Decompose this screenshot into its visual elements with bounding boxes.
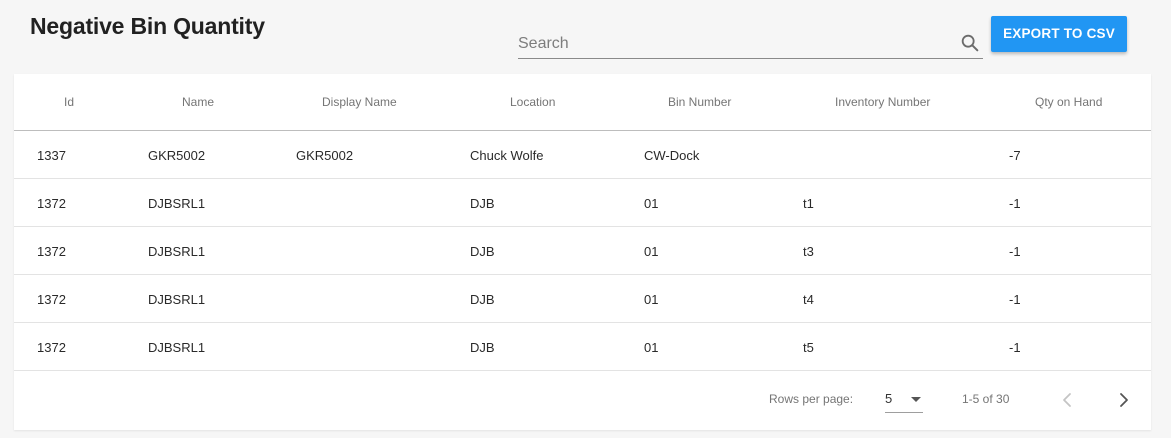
caret-down-icon[interactable]	[911, 397, 921, 402]
cell-inventory-number: t5	[803, 340, 814, 355]
cell-location: DJB	[470, 340, 495, 355]
cell-bin-number: 01	[644, 340, 659, 355]
table-row[interactable]: 1372 DJBSRL1 DJB 01 t5 -1	[14, 323, 1151, 371]
cell-location: DJB	[470, 196, 495, 211]
cell-id: 1372	[37, 292, 66, 307]
export-csv-button[interactable]: EXPORT TO CSV	[991, 16, 1127, 52]
cell-inventory-number: t4	[803, 292, 814, 307]
cell-name: GKR5002	[148, 148, 206, 163]
cell-id: 1337	[37, 148, 66, 163]
cell-location: Chuck Wolfe	[470, 148, 544, 163]
chevron-right-icon[interactable]	[1112, 388, 1136, 412]
column-header-display-name[interactable]: Display Name	[322, 95, 397, 109]
rows-per-page-select[interactable]: 5	[885, 385, 923, 413]
cell-location: DJB	[470, 244, 495, 259]
column-header-location[interactable]: Location	[510, 95, 555, 109]
cell-bin-number: CW-Dock	[644, 148, 700, 163]
cell-location: DJB	[470, 292, 495, 307]
data-table: Id Name Display Name Location Bin Number…	[14, 74, 1151, 430]
cell-name: DJBSRL1	[148, 292, 206, 307]
rows-per-page-value: 5	[885, 391, 893, 406]
table-row[interactable]: 1372 DJBSRL1 DJB 01 t1 -1	[14, 179, 1151, 227]
cell-display-name: GKR5002	[296, 148, 354, 163]
search-icon[interactable]	[959, 32, 981, 54]
cell-qty-on-hand: -1	[1009, 196, 1021, 211]
table-row[interactable]: 1372 DJBSRL1 DJB 01 t4 -1	[14, 275, 1151, 323]
cell-id: 1372	[37, 196, 66, 211]
rows-per-page-label: Rows per page:	[769, 392, 854, 406]
table-row[interactable]: 1372 DJBSRL1 DJB 01 t3 -1	[14, 227, 1151, 275]
cell-bin-number: 01	[644, 244, 659, 259]
column-header-inventory-number[interactable]: Inventory Number	[835, 95, 930, 109]
cell-qty-on-hand: -7	[1009, 148, 1021, 163]
cell-qty-on-hand: -1	[1009, 340, 1021, 355]
cell-qty-on-hand: -1	[1009, 292, 1021, 307]
search-input[interactable]	[518, 26, 948, 57]
column-header-name[interactable]: Name	[182, 95, 214, 109]
page: Negative Bin Quantity EXPORT TO CSV Id N…	[0, 0, 1171, 438]
column-header-bin-number[interactable]: Bin Number	[668, 95, 731, 109]
cell-inventory-number: t1	[803, 196, 814, 211]
column-header-id[interactable]: Id	[64, 95, 74, 109]
cell-name: DJBSRL1	[148, 244, 206, 259]
table-pagination: Rows per page: 5 1-5 of 30	[14, 372, 1151, 430]
cell-id: 1372	[37, 340, 66, 355]
cell-bin-number: 01	[644, 196, 659, 211]
page-title: Negative Bin Quantity	[30, 13, 265, 39]
cell-name: DJBSRL1	[148, 196, 206, 211]
cell-id: 1372	[37, 244, 66, 259]
column-header-qty-on-hand[interactable]: Qty on Hand	[1035, 95, 1102, 109]
cell-inventory-number: t3	[803, 244, 814, 259]
table-row[interactable]: 1337 GKR5002 GKR5002 Chuck Wolfe CW-Dock…	[14, 131, 1151, 179]
page-range-label: 1-5 of 30	[962, 392, 1010, 406]
cell-qty-on-hand: -1	[1009, 244, 1021, 259]
cell-bin-number: 01	[644, 292, 659, 307]
cell-name: DJBSRL1	[148, 340, 206, 355]
table-header: Id Name Display Name Location Bin Number…	[14, 74, 1151, 131]
search-field[interactable]	[518, 26, 983, 59]
chevron-left-icon[interactable]	[1055, 388, 1079, 412]
